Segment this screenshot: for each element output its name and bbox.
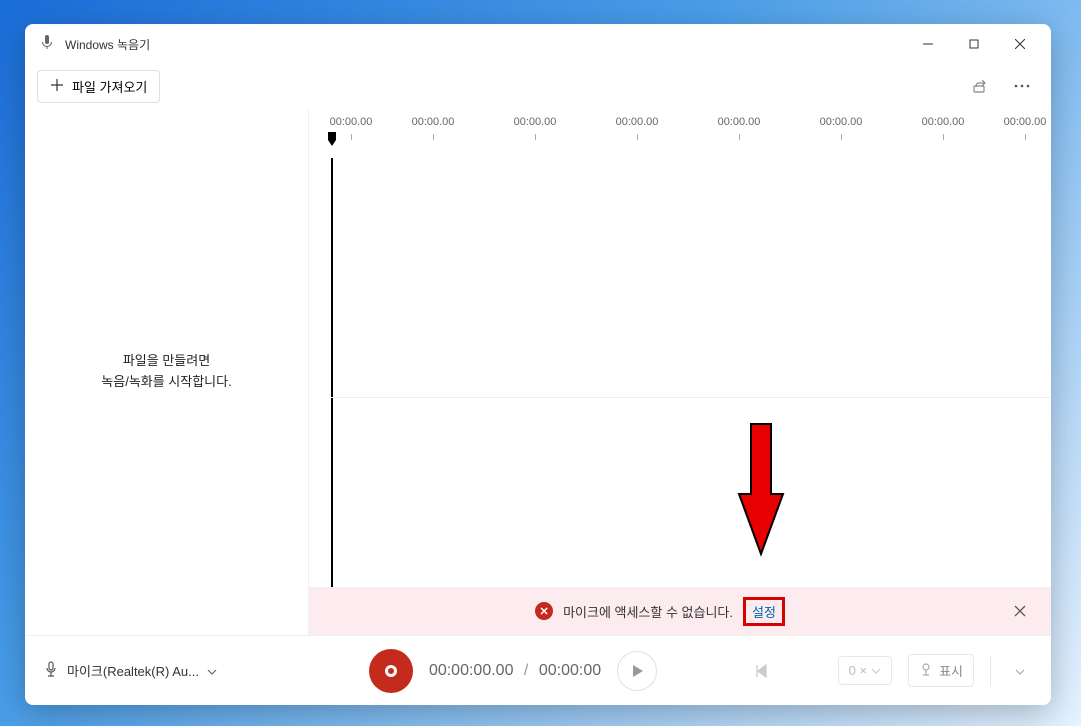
time-tick: 00:00.00	[514, 116, 557, 128]
time-tick: 00:00.00	[820, 116, 863, 128]
mic-device-selector[interactable]: 마이크(Realtek(R) Au...	[43, 661, 243, 680]
time-tick: 00:00.00	[616, 116, 659, 128]
title-bar: Windows 녹음기	[25, 24, 1051, 64]
current-time: 00:00:00.00	[429, 662, 514, 679]
record-button[interactable]	[369, 649, 413, 693]
time-tick: 00:00.00	[412, 116, 455, 128]
mic-icon	[39, 34, 55, 55]
playhead-handle[interactable]	[326, 132, 338, 148]
total-time: 00:00:00	[539, 662, 601, 679]
speed-label: 0 ×	[849, 663, 867, 678]
minimize-button[interactable]	[905, 28, 951, 60]
marker-icon	[919, 662, 933, 679]
more-button[interactable]	[1005, 69, 1039, 103]
error-message: 마이크에 액세스할 수 없습니다.	[563, 602, 733, 621]
timeline-area: 00:00.00 00:00.00 00:00.00 00:00.00 00:0…	[309, 108, 1051, 635]
skip-back-button[interactable]	[743, 653, 779, 689]
time-tick: 00:00.00	[922, 116, 965, 128]
time-tick: 00:00.00	[330, 116, 373, 128]
app-title: Windows 녹음기	[65, 36, 150, 53]
import-label: 파일 가져오기	[72, 77, 147, 96]
import-file-button[interactable]: 파일 가져오기	[37, 70, 160, 103]
error-icon: ✕	[535, 602, 553, 620]
play-button[interactable]	[617, 651, 657, 691]
timeline-ruler[interactable]: 00:00.00 00:00.00 00:00.00 00:00.00 00:0…	[309, 108, 1051, 158]
time-display: 00:00:00.00 / 00:00:00	[429, 662, 601, 680]
timeline-track[interactable]: ✕ 마이크에 액세스할 수 없습니다. 설정	[309, 158, 1051, 635]
bottom-bar: 마이크(Realtek(R) Au... 00:00:00.00 / 00:00…	[25, 635, 1051, 705]
banner-close-button[interactable]	[1005, 596, 1035, 626]
maximize-button[interactable]	[951, 28, 997, 60]
marker-dropdown[interactable]	[1007, 656, 1033, 686]
toolbar: 파일 가져오기	[25, 64, 1051, 108]
window-controls	[905, 28, 1043, 60]
empty-state-message: 파일을 만들려면 녹음/녹화를 시작합니다.	[101, 351, 231, 393]
record-icon	[385, 665, 397, 677]
speed-selector[interactable]: 0 ×	[838, 656, 892, 685]
marker-button[interactable]: 표시	[908, 654, 974, 687]
chevron-down-icon	[207, 663, 217, 678]
settings-link[interactable]: 설정	[743, 597, 785, 626]
plus-icon	[50, 78, 64, 95]
share-button[interactable]	[963, 69, 997, 103]
error-banner: ✕ 마이크에 액세스할 수 없습니다. 설정	[309, 587, 1051, 635]
mic-device-label: 마이크(Realtek(R) Au...	[67, 661, 199, 680]
time-tick: 00:00.00	[1004, 116, 1047, 128]
time-tick: 00:00.00	[718, 116, 761, 128]
app-window: Windows 녹음기 파일 가져오기	[25, 24, 1051, 705]
sidebar: 파일을 만들려면 녹음/녹화를 시작합니다.	[25, 108, 309, 635]
marker-label: 표시	[939, 661, 963, 680]
mic-icon	[43, 661, 59, 680]
close-button[interactable]	[997, 28, 1043, 60]
